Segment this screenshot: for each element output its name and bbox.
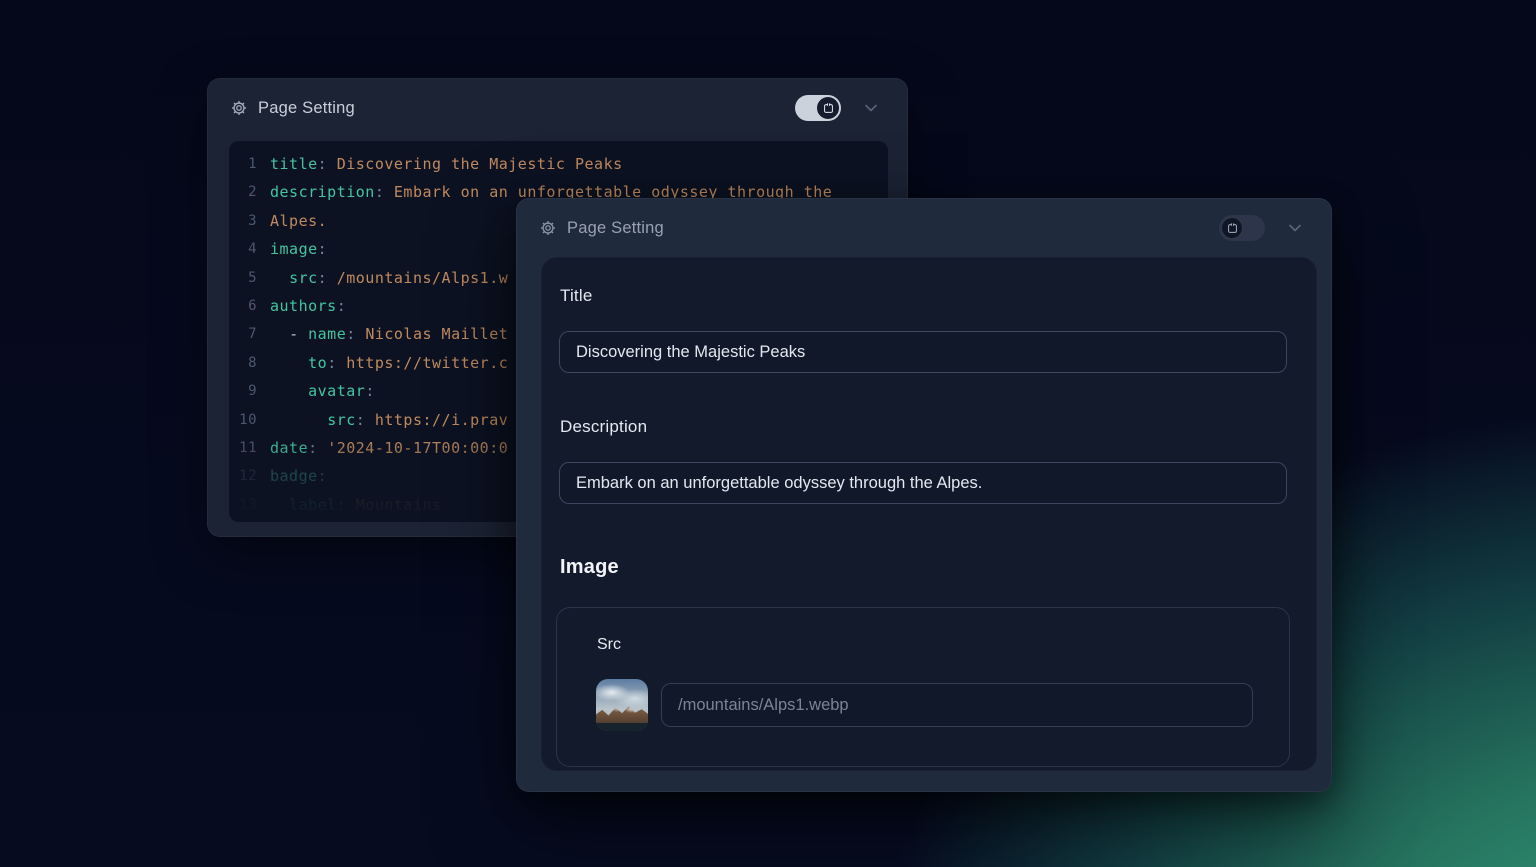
image-section-heading: Image xyxy=(560,556,619,579)
yaml-val: https://twitter.c xyxy=(346,354,508,372)
src-row xyxy=(596,679,1253,731)
yaml-key: title xyxy=(270,155,318,173)
code-text: authors: xyxy=(270,292,346,320)
yaml-punc: : xyxy=(318,155,328,173)
chevron-down-icon[interactable] xyxy=(1285,218,1305,238)
yaml-key: src xyxy=(327,411,356,429)
gear-icon xyxy=(539,219,557,237)
yaml-key: date xyxy=(270,439,308,457)
yaml-punc: : xyxy=(337,496,347,514)
code-block-icon xyxy=(822,102,835,115)
yaml-val: Alpes. xyxy=(270,212,327,230)
line-number: 11 xyxy=(229,434,257,462)
code-text: image: xyxy=(270,235,327,263)
line-number: 7 xyxy=(229,320,257,348)
line-number: 10 xyxy=(229,406,257,434)
yaml-key: to xyxy=(308,354,327,372)
yaml-key: label xyxy=(289,496,337,514)
yaml-punc: : xyxy=(327,354,337,372)
yaml-val: /mountains/Alps1.w xyxy=(337,269,509,287)
src-input[interactable] xyxy=(661,683,1253,727)
code-text: src: https://i.prav xyxy=(270,406,508,434)
line-number: 13 xyxy=(229,491,257,519)
panel-title: Page Setting xyxy=(258,99,355,118)
line-number: 3 xyxy=(229,207,257,235)
title-input[interactable] xyxy=(559,331,1287,373)
yaml-key: name xyxy=(308,325,346,343)
page-setting-form: Title Description Image Src xyxy=(541,257,1317,771)
yaml-key: description xyxy=(270,183,375,201)
yaml-key: src xyxy=(289,269,318,287)
code-view-toggle[interactable] xyxy=(795,95,841,121)
thumbnail-foreground xyxy=(596,723,648,731)
yaml-punc: : xyxy=(375,183,385,201)
page-setting-panel-form: Page Setting Title Desc xyxy=(516,198,1332,792)
yaml-key: authors xyxy=(270,297,337,315)
yaml-val: Discovering the Majestic Peaks xyxy=(337,155,623,173)
yaml-dash: - xyxy=(289,325,308,343)
toggle-knob xyxy=(1221,217,1243,239)
yaml-punc: : xyxy=(318,240,328,258)
yaml-key: image xyxy=(270,240,318,258)
line-number: 8 xyxy=(229,349,257,377)
yaml-punc: : xyxy=(337,297,347,315)
code-block-icon xyxy=(1226,222,1239,235)
yaml-punc: : xyxy=(356,411,366,429)
title-label: Title xyxy=(560,286,593,306)
gear-icon xyxy=(230,99,248,117)
code-line: 1 title: Discovering the Majestic Peaks xyxy=(229,150,888,178)
line-number: 12 xyxy=(229,462,257,490)
line-number: 4 xyxy=(229,235,257,263)
chevron-down-icon[interactable] xyxy=(861,98,881,118)
code-text: - name: Nicolas Maillet xyxy=(270,320,508,348)
code-text: avatar: xyxy=(270,377,375,405)
line-number: 9 xyxy=(229,377,257,405)
yaml-punc: : xyxy=(318,269,328,287)
yaml-punc: : xyxy=(308,439,318,457)
panel-header: Page Setting xyxy=(517,199,1331,257)
toggle-knob xyxy=(817,97,839,119)
panel-title: Page Setting xyxy=(567,219,664,238)
code-text: to: https://twitter.c xyxy=(270,349,508,377)
code-text: title: Discovering the Majestic Peaks xyxy=(270,150,623,178)
code-text: src: /mountains/Alps1.w xyxy=(270,264,508,292)
src-label: Src xyxy=(597,636,621,654)
description-label: Description xyxy=(560,417,647,437)
description-input[interactable] xyxy=(559,462,1287,504)
line-number: 5 xyxy=(229,264,257,292)
image-thumbnail[interactable] xyxy=(596,679,648,731)
panel-header: Page Setting xyxy=(208,79,907,137)
desktop-background: Page Setting 1title: Discovering the M xyxy=(0,0,1536,867)
yaml-key: avatar xyxy=(308,382,365,400)
yaml-val: Mountains xyxy=(356,496,442,514)
code-view-toggle[interactable] xyxy=(1219,215,1265,241)
yaml-punc: : xyxy=(346,325,356,343)
yaml-punc: : xyxy=(365,382,375,400)
line-number: 6 xyxy=(229,292,257,320)
code-text: Alpes. xyxy=(270,207,327,235)
yaml-val: Nicolas Maillet xyxy=(365,325,508,343)
image-settings-card: Src xyxy=(556,607,1290,767)
code-text: badge: xyxy=(270,462,327,490)
yaml-key: badge xyxy=(270,467,318,485)
code-text: label: Mountains xyxy=(270,491,442,519)
code-text: date: '2024-10-17T00:00:0 xyxy=(270,434,508,462)
yaml-val: '2024-10-17T00:00:0 xyxy=(327,439,508,457)
line-number: 2 xyxy=(229,178,257,206)
yaml-val: https://i.prav xyxy=(375,411,508,429)
line-number: 1 xyxy=(229,150,257,178)
yaml-punc: : xyxy=(318,467,328,485)
